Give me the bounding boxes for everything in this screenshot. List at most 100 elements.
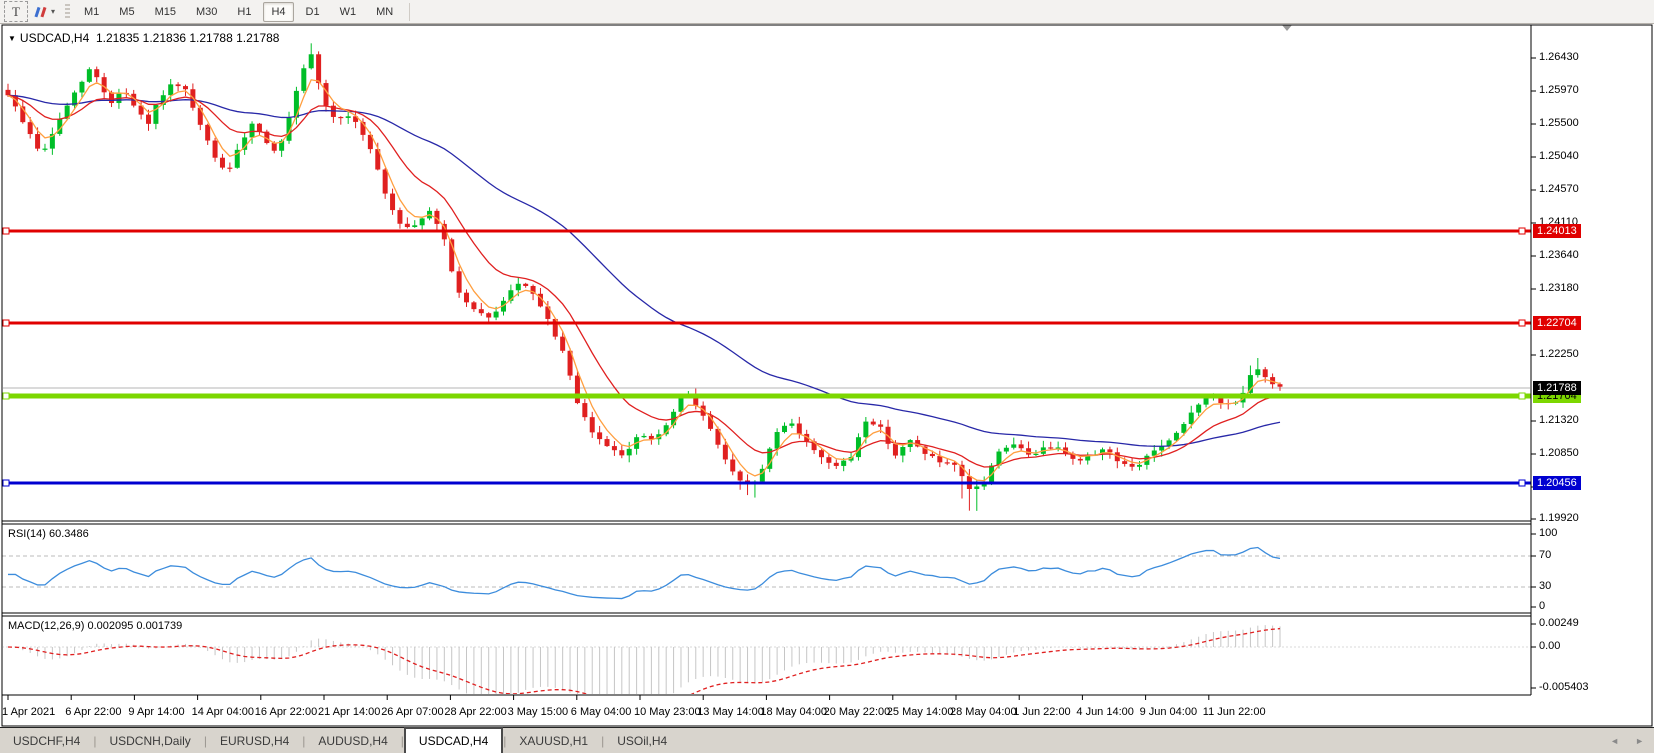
price-tick-label: 1.22250 (1539, 348, 1579, 360)
candle-body (582, 403, 587, 417)
candle-body (826, 457, 831, 463)
candle-body (900, 447, 905, 456)
mt4-window: T ▾ M1M5M15M30H1H4D1W1MN ▼USDCAD,H4 1.21… (0, 0, 1654, 753)
hline-handle[interactable] (1519, 228, 1525, 234)
tab-usdchf-h4[interactable]: USDCHF,H4 (0, 728, 93, 753)
candle-body (619, 450, 624, 455)
candle-body (420, 218, 425, 225)
date-axis-label: 25 May 14:00 (887, 706, 954, 718)
current-price-badge: 1.21788 (1533, 381, 1581, 395)
candle-body (316, 54, 321, 83)
candle-body (523, 284, 528, 286)
candle-body (79, 82, 84, 93)
candle-body (272, 143, 277, 151)
candle-body (6, 90, 11, 95)
candle-body (102, 77, 107, 92)
hline-handle[interactable] (1519, 480, 1525, 486)
candle-body (1196, 405, 1201, 413)
candle-body (1159, 446, 1164, 450)
candle-body (605, 439, 610, 446)
candle-body (1278, 384, 1283, 386)
candle-body (1189, 413, 1194, 424)
macd-tick-label: 0.00249 (1539, 617, 1579, 629)
candle-body (893, 444, 898, 456)
tab-scroll-left-icon[interactable]: ◄ (1610, 736, 1619, 746)
date-axis-label: 14 Apr 04:00 (192, 706, 254, 718)
date-axis-label: 21 Apr 14:00 (318, 706, 380, 718)
candle-body (346, 116, 351, 118)
candle-body (1130, 464, 1135, 467)
candle-body (1137, 465, 1142, 467)
date-axis-label: 20 May 22:00 (824, 706, 891, 718)
date-axis-label: 18 May 04:00 (760, 706, 827, 718)
date-axis-label: 9 Apr 14:00 (128, 706, 184, 718)
bar-end-marker-icon (1282, 25, 1292, 31)
date-axis-label: 28 Apr 22:00 (444, 706, 506, 718)
rsi-tick-label: 0 (1539, 600, 1545, 612)
ma-fast-line (8, 80, 1280, 481)
chart-window-border (2, 25, 1652, 726)
symbol-tab-bar: USDCHF,H4|USDCNH,Daily|EURUSD,H4|AUDUSD,… (0, 727, 1654, 753)
candle-body (35, 134, 40, 149)
price-tick-label: 1.23180 (1539, 282, 1579, 294)
candle-body (405, 224, 410, 227)
date-axis-label: 4 Jun 14:00 (1076, 706, 1134, 718)
candle-body (213, 141, 218, 158)
candle-body (168, 84, 173, 95)
price-level-badge-1.22704: 1.22704 (1533, 316, 1581, 330)
candle-body (1011, 444, 1016, 447)
price-tick-label: 1.20850 (1539, 447, 1579, 459)
tab-usdcad-h4[interactable]: USDCAD,H4 (404, 727, 503, 753)
date-axis-label: 11 Jun 22:00 (1203, 706, 1266, 718)
date-axis-label: 1 Jun 22:00 (1013, 706, 1071, 718)
candle-body (797, 423, 802, 433)
tab-audusd-h4[interactable]: AUDUSD,H4 (305, 728, 400, 753)
candle-body (301, 68, 306, 91)
chart-canvas[interactable] (0, 0, 1654, 753)
date-axis-label: 9 Jun 04:00 (1140, 706, 1198, 718)
candle-body (220, 158, 225, 168)
date-axis-label: 3 May 15:00 (508, 706, 569, 718)
tab-scroll-right-icon[interactable]: ► (1635, 736, 1644, 746)
hline-handle[interactable] (3, 320, 9, 326)
candle-body (871, 422, 876, 425)
hline-handle[interactable] (3, 480, 9, 486)
price-tick-label: 1.25500 (1539, 117, 1579, 129)
candle-body (28, 122, 33, 134)
candle-body (257, 124, 262, 132)
hline-handle[interactable] (3, 228, 9, 234)
hline-handle[interactable] (1519, 320, 1525, 326)
tab-xauusd-h1[interactable]: XAUUSD,H1 (506, 728, 601, 753)
tab-eurusd-h4[interactable]: EURUSD,H4 (207, 728, 302, 753)
main-chart-area[interactable] (2, 43, 1531, 511)
hline-handle[interactable] (3, 393, 9, 399)
candle-body (863, 422, 868, 438)
candle-body (1078, 459, 1083, 461)
candle-body (775, 432, 780, 449)
candle-body (930, 454, 935, 456)
hline-handle[interactable] (1519, 393, 1525, 399)
candle-body (789, 423, 794, 425)
candle-body (738, 471, 743, 480)
date-axis-label: 13 May 14:00 (697, 706, 764, 718)
rsi-panel[interactable] (8, 548, 1280, 599)
candle-body (841, 461, 846, 466)
candle-body (183, 86, 188, 89)
candle-body (1122, 461, 1127, 464)
candle-body (782, 426, 787, 432)
candle-body (627, 449, 632, 456)
candle-body (412, 225, 417, 227)
price-level-badge-1.20456: 1.20456 (1533, 476, 1581, 490)
candle-body (516, 284, 521, 290)
tab-usoil-h4[interactable]: USOil,H4 (604, 728, 680, 753)
candle-body (397, 210, 402, 224)
candle-body (945, 462, 950, 463)
tab-usdcnh-daily[interactable]: USDCNH,Daily (96, 728, 203, 753)
candle-body (42, 149, 47, 150)
rsi-line (8, 548, 1280, 599)
date-axis-label: 28 May 04:00 (950, 706, 1017, 718)
collapse-triangle-icon[interactable]: ▼ (8, 34, 16, 43)
ma-mid-line (8, 95, 1280, 467)
price-level-badge-1.24013: 1.24013 (1533, 224, 1581, 238)
candle-body (819, 450, 824, 457)
